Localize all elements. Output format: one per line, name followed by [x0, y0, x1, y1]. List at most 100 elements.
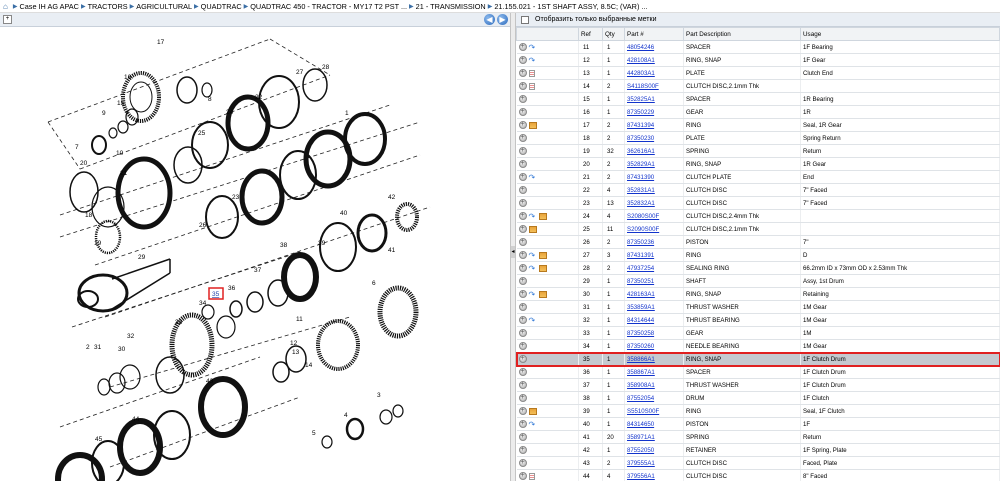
callout-label[interactable]: 38 — [280, 242, 288, 249]
callout-label[interactable]: 25 — [198, 130, 206, 137]
part-number-link[interactable]: 352825A1 — [627, 96, 655, 103]
table-row[interactable]: + ↷ 24 4 S2080S00F CLUTCH DISC,2.4mm Thk — [516, 209, 1000, 223]
table-row[interactable]: +31 1 353859A1 THRUST WASHER 1M Gear — [516, 300, 1000, 314]
document-icon[interactable] — [528, 82, 535, 90]
callout-label[interactable]: 42 — [388, 194, 396, 201]
add-to-cart-icon[interactable]: + — [518, 160, 527, 168]
part-number-link[interactable]: 353859A1 — [627, 304, 655, 311]
part-number-cell[interactable]: 84314644 — [624, 313, 684, 327]
part-number-link[interactable]: 352832A1 — [627, 200, 655, 207]
part-number-cell[interactable]: 87431391 — [624, 248, 684, 262]
table-row[interactable]: +19 32 362616A1 SPRING Return — [516, 144, 1000, 158]
part-number-cell[interactable]: 87350258 — [624, 326, 684, 340]
part-number-cell[interactable]: 353859A1 — [624, 300, 684, 314]
part-number-cell[interactable]: 352825A1 — [624, 92, 684, 106]
link-icon[interactable]: ↷ — [529, 173, 537, 181]
part-number-link[interactable]: 87552054 — [627, 395, 654, 402]
part-number-cell[interactable]: 428108A1 — [624, 53, 684, 67]
part-number-cell[interactable]: 48054246 — [624, 40, 684, 54]
callout-label[interactable]: 18 — [85, 212, 93, 219]
filter-checkbox[interactable] — [521, 15, 529, 24]
part-number-link[interactable]: 48054246 — [627, 44, 654, 51]
add-to-cart-icon[interactable]: + — [518, 238, 527, 246]
part-number-cell[interactable]: 87350251 — [624, 274, 684, 288]
callout-label[interactable]: 30 — [118, 346, 126, 353]
table-row[interactable]: +35 1 358866A1 RING, SNAP 1F Clutch Drum — [516, 351, 1000, 367]
add-to-cart-icon[interactable]: + — [518, 225, 527, 233]
breadcrumb-item[interactable]: 21 - TRANSMISSION — [416, 2, 486, 11]
table-row[interactable]: +36 1 358867A1 SPACER 1F Clutch Drum — [516, 365, 1000, 379]
callout-label[interactable]: 24 — [226, 109, 234, 116]
part-number-link[interactable]: 352829A1 — [627, 161, 655, 168]
part-number-cell[interactable]: 442803A1 — [624, 66, 684, 80]
part-number-cell[interactable]: 358866A1 — [624, 352, 684, 366]
column-header[interactable] — [516, 27, 579, 41]
table-row[interactable]: + ↷ 12 1 428108A1 RING, SNAP 1F Gear — [516, 53, 1000, 67]
part-number-cell[interactable]: 87552054 — [624, 391, 684, 405]
table-row[interactable]: +26 2 87350236 PISTON 7" — [516, 235, 1000, 249]
callout-label[interactable]: 31 — [94, 344, 102, 351]
callout-label[interactable]: 16 — [124, 74, 132, 81]
table-row[interactable]: +14 2 S4118S00F CLUTCH DISC,2.1mm Thk — [516, 79, 1000, 93]
table-row[interactable]: + ↷ 27 3 87431391 RING D — [516, 248, 1000, 262]
add-to-cart-icon[interactable]: + — [518, 472, 527, 480]
breadcrumb-item[interactable]: QUADTRAC — [201, 2, 242, 11]
add-to-cart-icon[interactable]: + — [518, 420, 527, 428]
part-number-cell[interactable]: 358971A1 — [624, 430, 684, 444]
part-number-cell[interactable]: 87552050 — [624, 443, 684, 457]
callout-label[interactable]: 15 — [117, 100, 125, 107]
callout-label[interactable]: 5 — [312, 430, 316, 437]
table-row[interactable]: +37 1 358908A1 THRUST WASHER 1F Clutch Drum — [516, 378, 1000, 392]
next-icon[interactable]: ▶ — [497, 14, 508, 25]
table-row[interactable]: + ↷ 30 1 428163A1 RING, SNAP Retaining — [516, 287, 1000, 301]
table-row[interactable]: +25 11 S2090S00F CLUTCH DISC,2.1mm Thk — [516, 222, 1000, 236]
callout-label[interactable]: 37 — [254, 267, 262, 274]
table-row[interactable]: +43 2 379555A1 CLUTCH DISC Faced, Plate — [516, 456, 1000, 470]
link-icon[interactable]: ↷ — [529, 56, 537, 64]
callout-label[interactable]: 32 — [127, 333, 135, 340]
add-to-cart-icon[interactable]: + — [518, 368, 527, 376]
callout-label[interactable]: 29 — [138, 254, 146, 261]
table-row[interactable]: +42 1 87552050 RETAINER 1F Spring, Plate — [516, 443, 1000, 457]
table-row[interactable]: +34 1 87350260 NEEDLE BEARING 1M Gear — [516, 339, 1000, 353]
part-number-cell[interactable]: 352832A1 — [624, 196, 684, 210]
part-number-link[interactable]: 352831A1 — [627, 187, 655, 194]
document-icon[interactable] — [528, 472, 535, 480]
part-number-cell[interactable]: 358867A1 — [624, 365, 684, 379]
part-number-link[interactable]: 428108A1 — [627, 57, 655, 64]
add-to-cart-icon[interactable]: + — [518, 147, 527, 155]
part-number-cell[interactable]: S2090S00F — [624, 222, 684, 236]
callout-label[interactable]: 44 — [132, 416, 140, 423]
table-row[interactable]: +13 1 442803A1 PLATE Clutch End — [516, 66, 1000, 80]
table-row[interactable]: +41 20 358971A1 SPRING Return — [516, 430, 1000, 444]
link-icon[interactable]: ↷ — [529, 251, 537, 259]
part-number-link[interactable]: 87350230 — [627, 135, 654, 142]
add-to-cart-icon[interactable]: + — [518, 329, 527, 337]
part-number-link[interactable]: 87350229 — [627, 109, 654, 116]
table-row[interactable]: + ↷ 40 1 84314650 PISTON 1F — [516, 417, 1000, 431]
table-row[interactable]: + ↷ 11 1 48054246 SPACER 1F Bearing — [516, 40, 1000, 54]
part-number-link[interactable]: S2080S00F — [627, 213, 659, 220]
part-number-cell[interactable]: 362616A1 — [624, 144, 684, 158]
table-row[interactable]: +22 4 352831A1 CLUTCH DISC 7" Faced — [516, 183, 1000, 197]
callout-label[interactable]: 9 — [102, 110, 106, 117]
part-number-link[interactable]: 379555A1 — [627, 460, 655, 467]
callout-label[interactable]: 26 — [199, 222, 207, 229]
part-number-link[interactable]: S5510S00F — [627, 408, 659, 415]
column-header[interactable]: Part # — [624, 27, 684, 41]
table-row[interactable]: + ↷ 21 2 87431390 CLUTCH PLATE End — [516, 170, 1000, 184]
table-row[interactable]: +18 2 87350230 PLATE Spring Return — [516, 131, 1000, 145]
callout-label[interactable]: 8 — [208, 96, 212, 103]
callout-label[interactable]: 11 — [296, 316, 303, 323]
book-icon[interactable] — [528, 225, 537, 233]
part-number-link[interactable]: 358971A1 — [627, 434, 655, 441]
callout-label[interactable]: 2 — [86, 344, 90, 351]
add-to-cart-icon[interactable]: + — [518, 186, 527, 194]
breadcrumb-item[interactable]: TRACTORS — [88, 2, 128, 11]
part-number-link[interactable]: S4118S00F — [627, 83, 659, 90]
table-row[interactable]: +17 2 87431394 RING Seal, 1R Gear — [516, 118, 1000, 132]
add-to-cart-icon[interactable]: + — [518, 82, 527, 90]
part-number-link[interactable]: 84314644 — [627, 317, 654, 324]
table-row[interactable]: +29 1 87350251 SHAFT Assy, 1st Drum — [516, 274, 1000, 288]
part-number-cell[interactable]: 358908A1 — [624, 378, 684, 392]
